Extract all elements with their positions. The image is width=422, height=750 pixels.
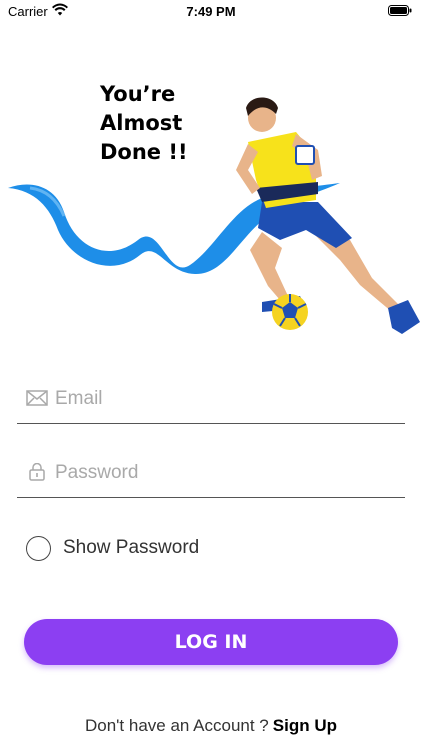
show-password-toggle[interactable]: Show Password	[26, 535, 199, 561]
login-button[interactable]: LOG IN	[24, 619, 398, 665]
email-input[interactable]	[55, 384, 395, 414]
soccer-player-illustration	[8, 97, 420, 334]
battery-icon	[388, 5, 412, 16]
password-input[interactable]	[55, 458, 395, 488]
email-field[interactable]	[17, 378, 405, 424]
show-password-label: Show Password	[63, 537, 200, 558]
password-field[interactable]	[17, 452, 405, 498]
hero-title-line-2: Almost	[100, 111, 183, 135]
show-password-radio[interactable]	[26, 535, 51, 561]
hero-title-line-3: Done !!	[100, 140, 188, 164]
clock: 7:49 PM	[186, 4, 236, 19]
hero-title: You’re Almost Done !!	[100, 80, 188, 167]
lock-icon	[29, 463, 45, 481]
signup-prompt-text: Don't have an Account ?	[85, 716, 269, 735]
signup-prompt: Don't have an Account ? Sign Up	[0, 716, 422, 736]
hero-title-line-1: You’re	[100, 82, 176, 106]
mail-icon	[26, 390, 48, 406]
status-bar: Carrier 7:49 PM	[0, 0, 422, 22]
sign-up-link[interactable]: Sign Up	[273, 716, 337, 735]
